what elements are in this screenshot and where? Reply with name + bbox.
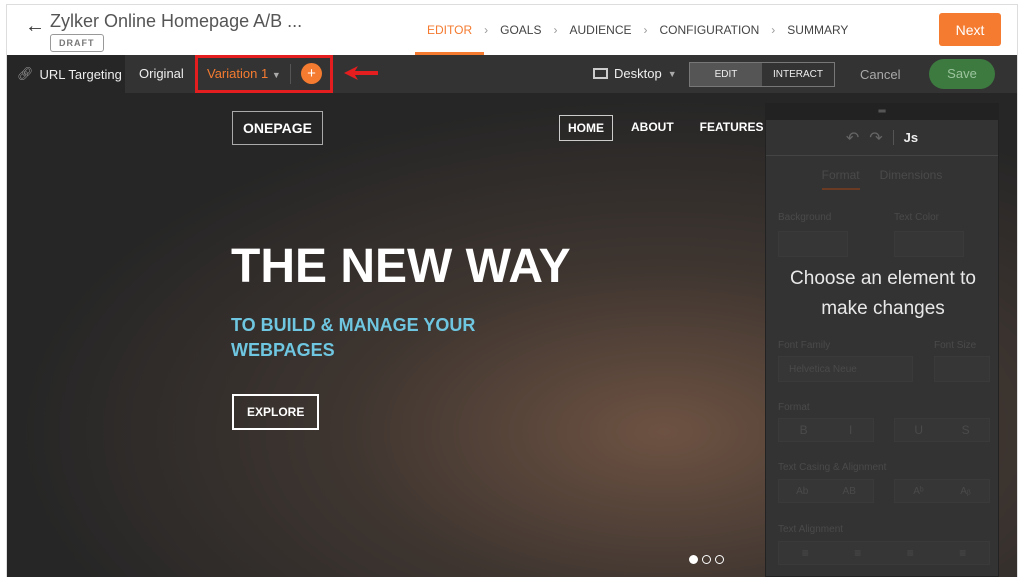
caret-down-icon: ▼ (667, 68, 677, 79)
font-size-input[interactable] (934, 356, 990, 382)
editor-window: ← Zylker Online Homepage A/B ... DRAFT E… (6, 4, 1018, 577)
superscript-button[interactable]: Aᵇ (913, 486, 923, 497)
hero-subheadline[interactable]: TO BUILD & MANAGE YOUR WEBPAGES (231, 313, 491, 363)
text-alignment-label: Text Alignment (778, 524, 844, 535)
next-button[interactable]: Next (939, 13, 1001, 46)
redo-icon[interactable]: ↷ (869, 128, 882, 148)
url-targeting-label: URL Targeting (39, 66, 122, 82)
panel-tabs: Format Dimensions (766, 156, 998, 196)
font-family-input[interactable]: Helvetica Neue (778, 356, 913, 382)
original-tab[interactable]: Original (139, 66, 184, 81)
mode-toggle: EDIT INTERACT (689, 62, 835, 87)
nav-about[interactable]: ABOUT (623, 115, 682, 141)
device-label: Desktop (614, 66, 662, 81)
empty-selection-message: Choose an element to make changes (790, 268, 976, 319)
underline-button[interactable]: U (914, 423, 923, 437)
hero-headline[interactable]: THE NEW WAY (231, 239, 571, 294)
undo-icon[interactable]: ↶ (846, 128, 859, 148)
header: ← Zylker Online Homepage A/B ... DRAFT E… (7, 5, 1017, 55)
background-color-picker[interactable] (778, 231, 848, 257)
page-title: Zylker Online Homepage A/B ... (50, 11, 303, 31)
tab-dimensions[interactable]: Dimensions (880, 168, 943, 190)
align-justify-icon[interactable]: ≡ (959, 546, 966, 560)
site-nav: HOME ABOUT FEATURES (559, 115, 771, 141)
italic-button[interactable]: I (849, 423, 852, 437)
back-arrow-icon[interactable]: ← (25, 15, 45, 38)
format-label: Format (778, 402, 810, 413)
desktop-icon (593, 68, 608, 79)
text-casing-label: Text Casing & Alignment (778, 462, 887, 473)
site-logo[interactable]: ONEPAGE (232, 111, 323, 145)
device-dropdown[interactable]: Desktop ▼ (593, 66, 677, 81)
editor-toolbar: 🔗︎ URL Targeting Original Variation 1 ▼ +… (7, 55, 1017, 93)
panel-toolbar: ↶ ↷ Js (766, 120, 998, 156)
link-icon: 🔗︎ (17, 66, 34, 81)
capitalize-button[interactable]: Ab (796, 486, 808, 497)
align-left-icon[interactable]: ≡ (802, 546, 809, 560)
slide-dot[interactable] (702, 555, 711, 564)
text-color-label: Text Color (894, 212, 940, 223)
save-button[interactable]: Save (929, 59, 995, 89)
uppercase-button[interactable]: AB (843, 486, 856, 497)
step-summary[interactable]: SUMMARY (775, 23, 860, 55)
font-family-label: Font Family (778, 340, 831, 351)
style-panel: ═ ↶ ↷ Js Format Dimensions Background Text … (765, 103, 999, 577)
background-label: Background (778, 212, 832, 223)
highlight-box (195, 55, 333, 93)
step-audience[interactable]: AUDIENCE (557, 23, 643, 55)
strikethrough-button[interactable]: S (962, 423, 970, 437)
font-size-label: Font Size (934, 340, 977, 351)
drag-handle-icon[interactable]: ═ (766, 104, 998, 120)
nav-features[interactable]: FEATURES (692, 115, 772, 141)
slide-dot[interactable] (689, 555, 698, 564)
step-goals[interactable]: GOALS (488, 23, 553, 55)
step-configuration[interactable]: CONFIGURATION (648, 23, 772, 55)
tab-format[interactable]: Format (821, 168, 860, 190)
wizard-steps: EDITOR › GOALS › AUDIENCE › CONFIGURATION › … (415, 23, 860, 55)
url-targeting-button[interactable]: 🔗︎ URL Targeting (7, 55, 125, 93)
subscript-button[interactable]: Aᵦ (960, 486, 971, 497)
js-button[interactable]: Js (892, 130, 918, 145)
text-color-picker[interactable] (894, 231, 964, 257)
align-center-icon[interactable]: ≡ (854, 546, 861, 560)
slide-dot[interactable] (715, 555, 724, 564)
bold-button[interactable]: B (800, 423, 808, 437)
cancel-button[interactable]: Cancel (860, 67, 900, 82)
align-right-icon[interactable]: ≡ (907, 546, 914, 560)
annotation-arrow-icon (344, 66, 378, 80)
slider-dots (689, 555, 724, 564)
interact-mode-button[interactable]: INTERACT (762, 63, 834, 86)
page-preview: ONEPAGE HOME ABOUT FEATURES THE NEW WAY … (7, 93, 1017, 577)
nav-home[interactable]: HOME (559, 115, 613, 141)
explore-button[interactable]: EXPLORE (232, 394, 320, 430)
step-editor[interactable]: EDITOR (415, 23, 485, 55)
edit-mode-button[interactable]: EDIT (690, 63, 762, 86)
status-badge: DRAFT (50, 34, 104, 52)
